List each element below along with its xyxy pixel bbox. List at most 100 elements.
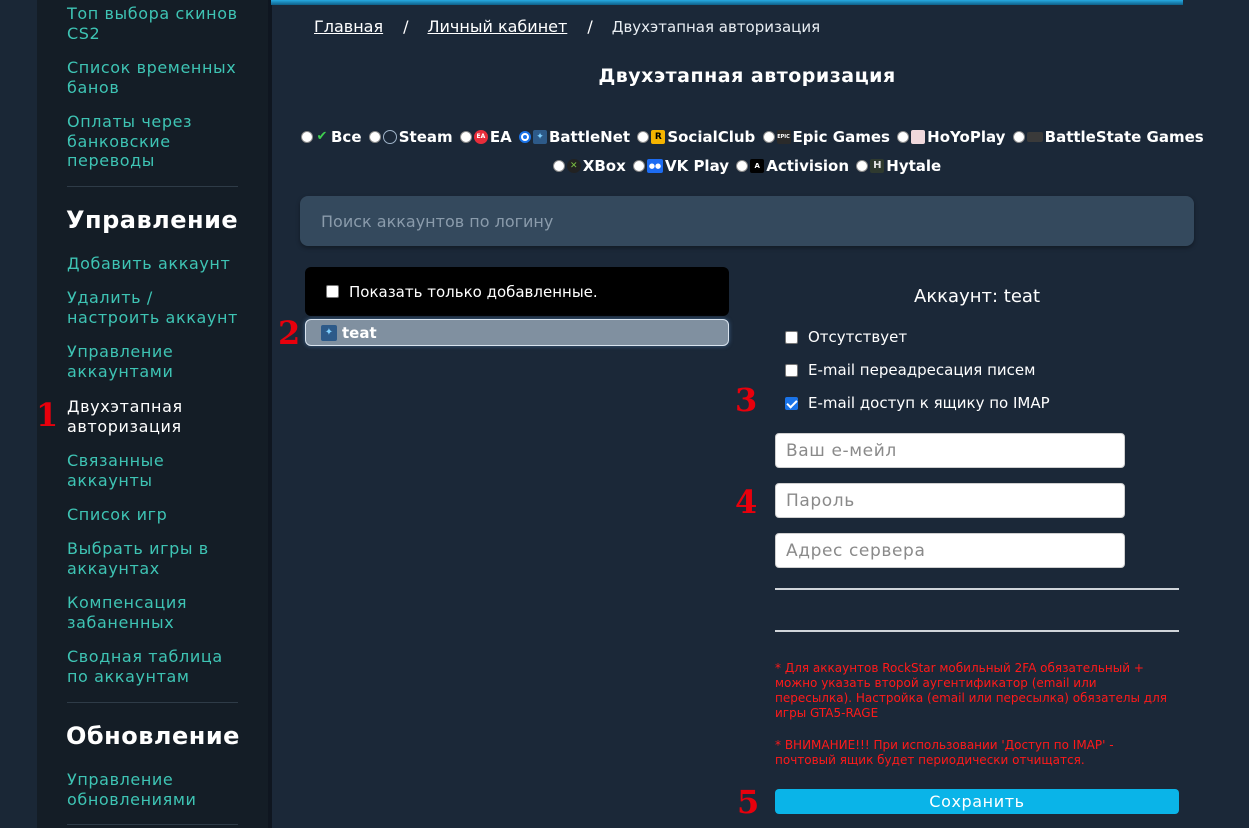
sidebar-divider [67,702,238,703]
platform-option-hytale[interactable]: H Hytale [856,157,941,175]
platform-option-steam[interactable]: Steam [368,128,453,146]
radio-button[interactable] [632,160,645,172]
platform-label: EA [489,128,512,146]
platform-option-ea[interactable]: EA EA [459,128,512,146]
vk-play-icon: ●● [646,159,663,173]
email-field[interactable] [775,433,1125,468]
hytale-icon: H [870,159,885,173]
sidebar-link-select-games[interactable]: Выбрать игры в аккаунтах [67,539,247,578]
hoyoplay-icon [911,130,926,144]
account-search-input[interactable] [300,196,1194,246]
page-title: Двухэтапная авторизация [598,65,896,87]
platform-label: HoYoPlay [927,128,1006,146]
option-absent-label: Отсутствует [808,328,908,346]
battlestate-icon [1026,132,1043,142]
breadcrumb: Главная / Личный кабинет / Двухэтапная автор… [314,17,820,36]
marker-1: 1 [36,396,59,434]
radio-button[interactable] [637,131,650,143]
left-gutter [0,0,37,828]
platform-option-activision[interactable]: A Activision [736,157,849,175]
radio-button[interactable] [459,131,472,143]
sidebar-link-manage-updates[interactable]: Управление обновлениями [67,770,247,809]
sidebar-link-games-list[interactable]: Список игр [67,505,247,525]
checkmark-icon: ✔ [316,129,328,144]
platform-label: BattleState Games [1044,128,1204,146]
option-absent[interactable]: Отсутствует [785,328,907,346]
option-email-forwarding[interactable]: E-mail переадресация писем [785,361,1035,379]
epic-games-icon: EPIC [776,130,791,144]
filter-box: Показать только добавленные. [305,267,729,316]
imap-warning-note: * ВНИМАНИЕ!!! При использовании 'Доступ … [775,738,1114,767]
sidebar-link-temp-bans[interactable]: Список временных банов [67,58,247,97]
platform-option-socialclub[interactable]: R SocialClub [637,128,755,146]
marker-4: 4 [735,483,758,521]
sidebar-link-manage-accounts[interactable]: Управление аккаунтами [67,342,247,381]
sidebar-link-2fa[interactable]: Двухэтапная авторизация [67,397,247,436]
platform-option-battlenet[interactable]: ✦ BattleNet [518,128,631,146]
save-button[interactable]: Сохранить [775,789,1179,814]
divider [775,630,1179,632]
radio-button[interactable] [368,131,381,143]
xbox-icon: ✕ [566,159,581,173]
radio-button[interactable] [552,160,565,172]
platform-filter-row-1: ✔ Все Steam EA EA ✦ BattleNet R SocialClub E… [300,128,1204,147]
steam-icon [382,130,397,144]
sidebar-edge [268,0,272,828]
platform-label: Все [331,128,362,146]
password-field[interactable] [775,483,1125,518]
sidebar-link-ban-compensation[interactable]: Компенсация забаненных [67,593,247,632]
platform-option-epic[interactable]: EPIC Epic Games [762,128,890,146]
platform-option-all[interactable]: ✔ Все [301,128,362,146]
radio-button[interactable] [856,160,869,172]
rockstar-note: * Для аккаунтов RockStar мобильный 2FA о… [775,661,1167,720]
option-email-forwarding-checkbox[interactable] [785,363,798,377]
breadcrumb-cabinet[interactable]: Личный кабинет [428,17,568,36]
sidebar-link-bank-payments[interactable]: Оплаты через банковские переводы [67,112,247,171]
platform-label: Activision [766,157,850,175]
platform-filter-row-2: ✕ XBox ●● VK Play A Activision H Hytale [300,157,1194,176]
sidebar-link-linked-accounts[interactable]: Связанные аккаунты [67,451,247,490]
radio-button[interactable] [736,160,749,172]
marker-2: 2 [278,314,301,352]
radio-button[interactable] [1012,131,1025,143]
breadcrumb-home[interactable]: Главная [314,17,383,36]
platform-label: SocialClub [667,128,756,146]
platform-option-battlestate[interactable]: BattleState Games [1012,128,1204,146]
platform-label: BattleNet [548,128,631,146]
sidebar-link-cs2-skins[interactable]: Топ выбора скинов CS2 [67,4,247,43]
platform-option-hoyoplay[interactable]: HoYoPlay [897,128,1005,146]
marker-5: 5 [737,783,760,821]
battlenet-icon: ✦ [532,130,547,144]
radio-button[interactable] [518,131,531,143]
platform-label: XBox [582,157,626,175]
sidebar-divider [67,186,238,187]
ea-icon: EA [473,130,488,144]
sidebar-link-summary-table[interactable]: Сводная таблица по аккаунтам [67,647,247,686]
radio-button[interactable] [762,131,775,143]
option-email-imap-checkbox[interactable] [785,396,798,410]
account-list-item[interactable]: ✦ teat [305,319,729,346]
platform-label: Hytale [886,157,942,175]
server-address-field[interactable] [775,533,1125,568]
sidebar-link-delete-account[interactable]: Удалить / настроить аккаунт [67,288,247,327]
show-added-only-checkbox[interactable] [326,285,339,298]
platform-option-vkplay[interactable]: ●● VK Play [632,157,729,175]
sidebar-link-add-account[interactable]: Добавить аккаунт [67,254,247,274]
sidebar-divider [67,824,238,825]
account-title: Аккаунт: teat [914,286,1040,307]
account-login: teat [342,323,377,342]
battlenet-icon: ✦ [321,324,337,341]
platform-option-xbox[interactable]: ✕ XBox [552,157,626,175]
platform-label: Steam [398,128,453,146]
radio-button[interactable] [897,131,910,143]
marker-3: 3 [735,381,758,419]
sidebar-heading-update: Обновление [66,722,240,750]
option-email-imap[interactable]: E-mail доступ к ящику по IMAP [785,394,1050,412]
breadcrumb-current: Двухэтапная авторизация [611,18,821,36]
radio-button[interactable] [301,131,313,143]
sidebar-heading-manage: Управление [66,206,239,234]
option-absent-checkbox[interactable] [785,330,798,344]
platform-label: Epic Games [792,128,890,146]
option-email-forwarding-label: E-mail переадресация писем [808,361,1036,379]
breadcrumb-separator: / [587,17,593,36]
